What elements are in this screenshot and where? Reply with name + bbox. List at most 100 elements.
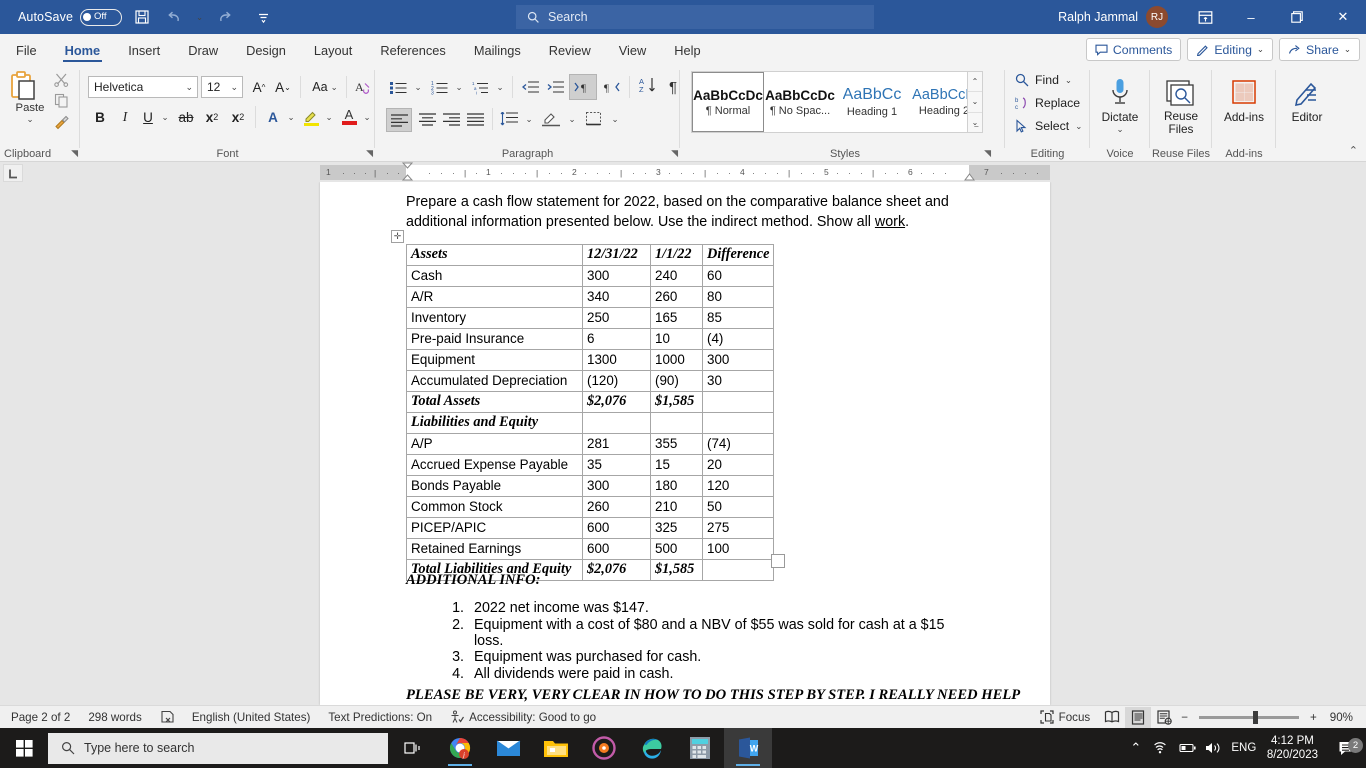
right-to-left-icon[interactable]: ¶ xyxy=(601,76,625,98)
borders-icon[interactable] xyxy=(581,108,607,130)
print-layout-button[interactable] xyxy=(1125,706,1152,728)
style-heading-1[interactable]: AaBbCс Heading 1 xyxy=(836,72,908,132)
undo-icon[interactable] xyxy=(162,4,188,30)
table-cell-difference[interactable]: 85 xyxy=(701,307,775,329)
table-cell-label[interactable]: Pre-paid Insurance xyxy=(406,328,583,350)
avatar[interactable]: RJ xyxy=(1146,6,1168,28)
table-cell-1-1-22[interactable]: 260 xyxy=(650,286,703,308)
table-row[interactable]: Cash 300 240 60 xyxy=(406,265,775,287)
document-canvas[interactable]: Prepare a cash flow statement for 2022, … xyxy=(0,182,1366,705)
align-left-icon[interactable] xyxy=(386,108,412,132)
table-cell-difference[interactable]: 80 xyxy=(701,286,775,308)
editing-mode-button[interactable]: Editing ⌄ xyxy=(1187,38,1274,61)
dictate-chevron-down-icon[interactable]: ⌄ xyxy=(1089,124,1151,135)
borders-chevron-down-icon[interactable]: ⌄ xyxy=(608,108,622,130)
numbering-chevron-down-icon[interactable]: ⌄ xyxy=(452,76,466,98)
table-cell-label[interactable]: Common Stock xyxy=(406,496,583,518)
replace-button[interactable]: bc Replace xyxy=(1015,96,1080,110)
table-row[interactable]: PICEP/APIC 600 325 275 xyxy=(406,517,775,539)
font-color-chevron-down-icon[interactable]: ⌄ xyxy=(360,106,374,128)
table-cell-12-31-22[interactable]: 1300 xyxy=(582,349,651,371)
zoom-in-button[interactable]: + xyxy=(1306,706,1321,729)
redo-icon[interactable] xyxy=(211,4,237,30)
add-ins-button[interactable]: Add-ins xyxy=(1213,72,1275,124)
table-cell-label[interactable]: Equipment xyxy=(406,349,583,371)
table-header-cell[interactable]: Difference xyxy=(701,244,775,266)
work-link[interactable]: work xyxy=(875,214,905,230)
table-cell-label[interactable]: A/P xyxy=(406,433,583,455)
taskbar-app-calculator[interactable] xyxy=(676,728,724,768)
ribbon-display-options-icon[interactable] xyxy=(1182,0,1228,34)
bullets-icon[interactable] xyxy=(386,76,410,98)
grow-font-button[interactable]: A ^ xyxy=(248,76,270,98)
table-cell-1-1-22[interactable]: 210 xyxy=(650,496,703,518)
table-cell-label[interactable]: Liabilities and Equity xyxy=(406,412,583,434)
paragraph-dialog-launcher[interactable]: ◥ xyxy=(671,148,678,159)
justify-icon[interactable] xyxy=(463,108,487,130)
clipboard-dialog-launcher[interactable]: ◥ xyxy=(71,148,78,159)
line-spacing-icon[interactable] xyxy=(497,108,521,130)
table-cell-1-1-22[interactable]: 325 xyxy=(650,517,703,539)
superscript-button[interactable]: x2 xyxy=(226,106,250,128)
align-right-icon[interactable] xyxy=(439,108,463,130)
align-center-icon[interactable] xyxy=(415,108,439,130)
table-cell-label[interactable]: Accrued Expense Payable xyxy=(406,454,583,476)
select-button[interactable]: Select ⌄ xyxy=(1015,119,1082,133)
table-cell-12-31-22[interactable]: 6 xyxy=(582,328,651,350)
table-cell-12-31-22[interactable]: $2,076 xyxy=(582,391,651,413)
table-cell-1-1-22[interactable]: 180 xyxy=(650,475,703,497)
notifications-button[interactable]: 2 xyxy=(1328,737,1366,757)
language-indicator[interactable]: ENG xyxy=(1227,742,1261,754)
table-row[interactable]: Bonds Payable 300 180 120 xyxy=(406,475,775,497)
table-cell-difference[interactable]: 50 xyxy=(701,496,775,518)
share-button[interactable]: Share ⌄ xyxy=(1279,38,1360,61)
autosave-toggle[interactable]: Off xyxy=(80,8,123,26)
tab-home[interactable]: Home xyxy=(51,36,115,64)
table-cell-1-1-22[interactable] xyxy=(650,412,703,434)
shading-icon[interactable] xyxy=(538,108,564,130)
web-layout-button[interactable] xyxy=(1151,707,1177,728)
save-icon[interactable] xyxy=(129,4,155,30)
taskbar-app-word[interactable]: W xyxy=(724,728,772,768)
subscript-button[interactable]: x2 xyxy=(200,106,224,128)
shrink-font-button[interactable]: A ⌄ xyxy=(272,76,294,98)
first-line-indent-marker[interactable] xyxy=(402,162,413,171)
taskbar-app-edge[interactable] xyxy=(628,728,676,768)
table-cell-12-31-22[interactable]: 300 xyxy=(582,265,651,287)
font-family-input[interactable]: Helvetica ⌄ xyxy=(88,76,198,98)
taskbar-search-input[interactable]: Type here to search xyxy=(48,732,388,764)
styles-dialog-launcher[interactable]: ◥ xyxy=(984,148,991,159)
table-header-cell[interactable]: 1/1/22 xyxy=(650,244,703,266)
table-cell-12-31-22[interactable] xyxy=(582,412,651,434)
font-dialog-launcher[interactable]: ◥ xyxy=(366,148,373,159)
multilevel-list-icon[interactable]: 1ai xyxy=(468,76,492,98)
table-row[interactable]: A/P 281 355 (74) xyxy=(406,433,775,455)
windows-start-icon[interactable] xyxy=(0,728,48,768)
document-page[interactable]: Prepare a cash flow statement for 2022, … xyxy=(320,182,1050,705)
battery-icon[interactable] xyxy=(1175,742,1201,754)
table-cell-label[interactable]: Bonds Payable xyxy=(406,475,583,497)
word-count[interactable]: 298 words xyxy=(79,706,151,729)
customize-quick-access-icon[interactable] xyxy=(250,4,276,30)
read-mode-button[interactable] xyxy=(1099,707,1125,728)
dictate-button[interactable]: Dictate ⌄ xyxy=(1089,72,1151,135)
table-header-cell[interactable]: 12/31/22 xyxy=(582,244,651,266)
table-cell-1-1-22[interactable]: 10 xyxy=(650,328,703,350)
table-cell-12-31-22[interactable]: 600 xyxy=(582,517,651,539)
table-cell-difference[interactable]: (74) xyxy=(701,433,775,455)
table-cell-label[interactable]: Cash xyxy=(406,265,583,287)
decrease-indent-icon[interactable] xyxy=(518,76,542,98)
multilevel-chevron-down-icon[interactable]: ⌄ xyxy=(493,76,507,98)
search-input[interactable]: Search xyxy=(516,5,874,29)
clock[interactable]: 4:12 PM 8/20/2023 xyxy=(1261,734,1328,762)
line-spacing-chevron-down-icon[interactable]: ⌄ xyxy=(522,108,536,130)
left-tab-stop-icon[interactable] xyxy=(3,164,23,182)
scissors-icon[interactable] xyxy=(54,72,69,87)
text-predictions-indicator[interactable]: Text Predictions: On xyxy=(319,706,441,729)
balance-sheet-table[interactable]: Assets 12/31/22 1/1/22 Difference Cash 300 240… xyxy=(406,244,775,581)
wifi-icon[interactable] xyxy=(1149,741,1175,755)
proofing-errors-icon[interactable] xyxy=(151,706,183,729)
editor-button[interactable]: Editor xyxy=(1276,72,1338,124)
table-row[interactable]: Total Assets $2,076 $1,585 xyxy=(406,391,775,413)
table-cell-difference[interactable]: 20 xyxy=(701,454,775,476)
